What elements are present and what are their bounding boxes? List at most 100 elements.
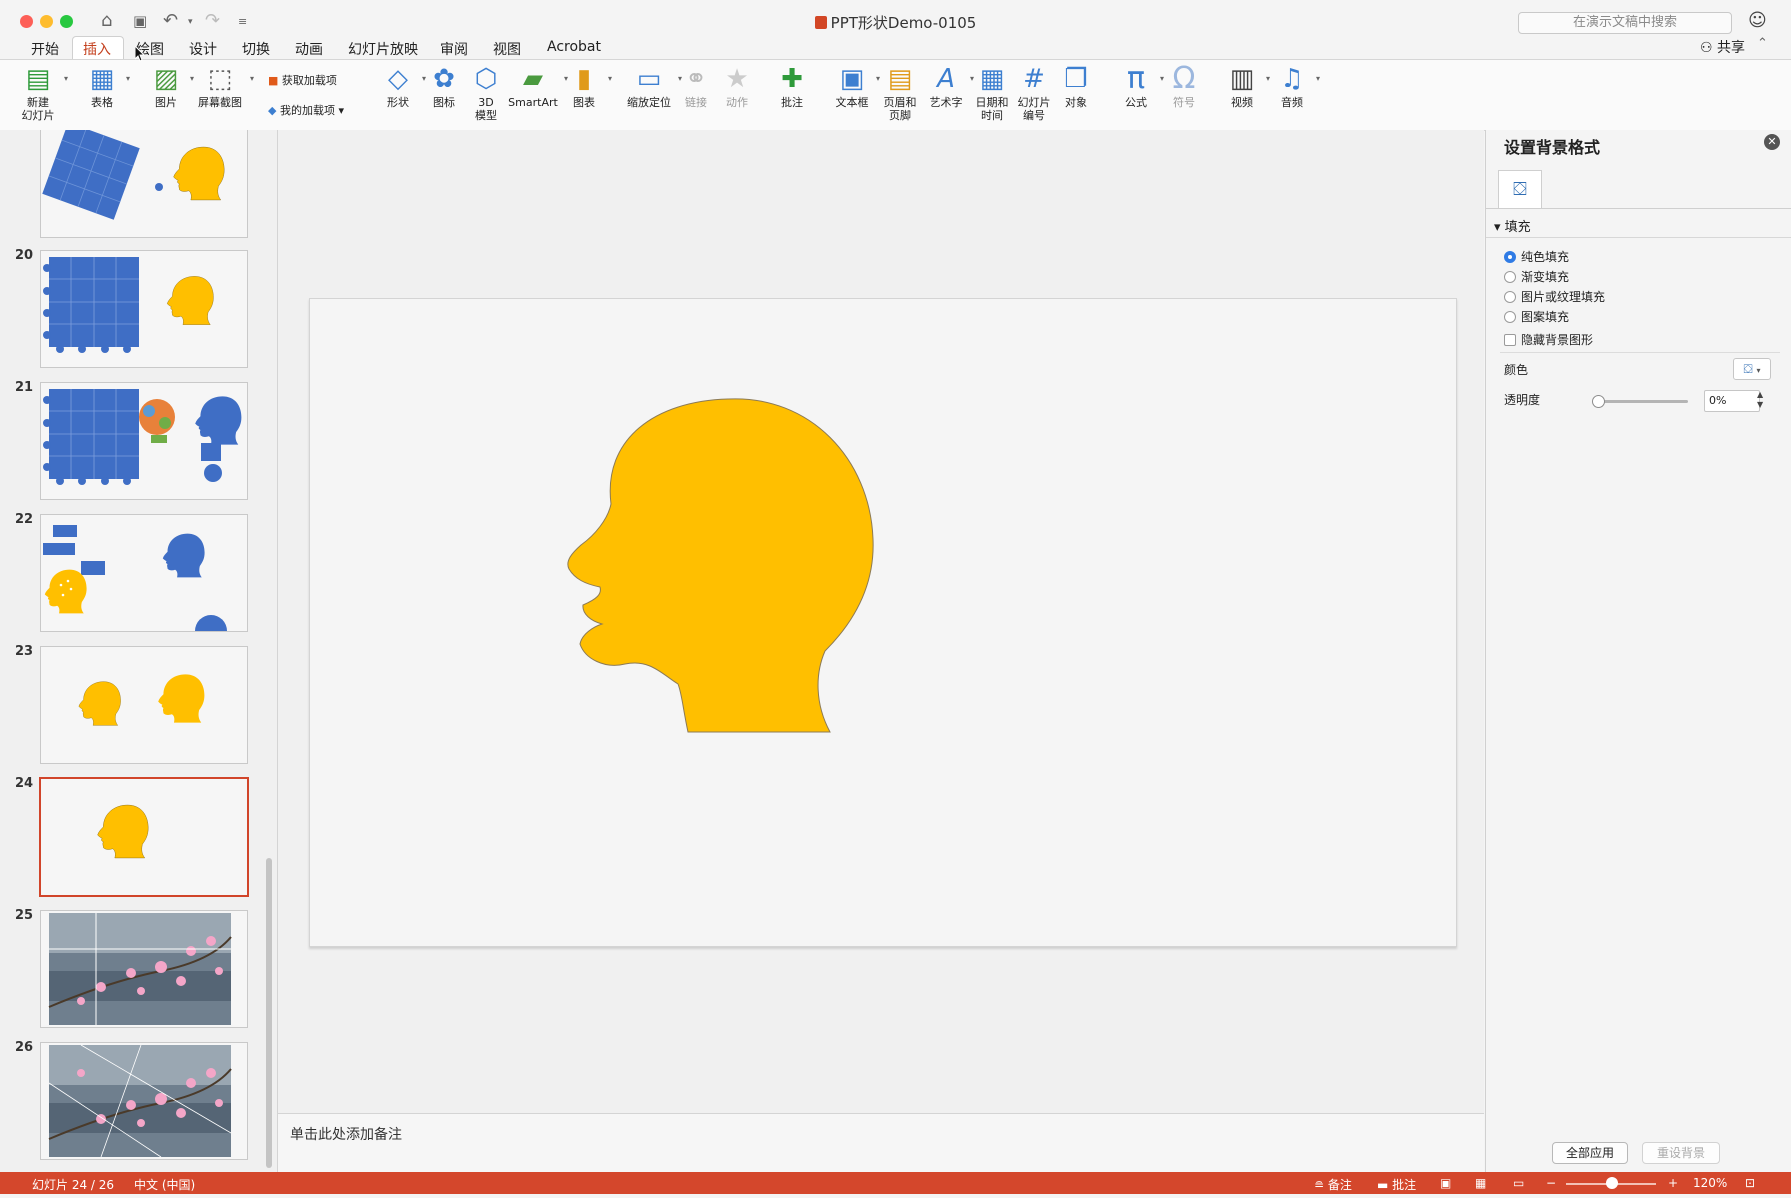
slide-thumbnail-pane[interactable]: 20 21 22 23 24 25 26 — [0, 130, 278, 1172]
fit-to-window-icon[interactable]: ⊡ — [1745, 1176, 1755, 1190]
tab-review[interactable]: 审阅 — [440, 39, 468, 59]
collapse-ribbon-icon[interactable]: ⌃ — [1757, 36, 1768, 51]
ribbon-tabs: 开始 插入 绘图 设计 切换 动画 幻灯片放映 审阅 视图 Acrobat — [0, 35, 1791, 59]
datetime-label: 日期和 时间 — [975, 96, 1009, 122]
header-footer-icon: ▤ — [887, 64, 913, 94]
powerpoint-window: ⌂ ▣ ↶ ▾ ↷ ≡ PPT形状Demo-0105 在演示文稿中搜索 ☺ 开始… — [0, 0, 1791, 1198]
picture-button[interactable]: ▨ 图片 ▾ — [148, 62, 194, 109]
presenter-view-icon[interactable]: ▭ — [1513, 1176, 1524, 1190]
tab-view[interactable]: 视图 — [493, 39, 521, 59]
datetime-button[interactable]: ▦ 日期和 时间 — [972, 62, 1012, 122]
notes-pane[interactable]: 单击此处添加备注 — [278, 1113, 1484, 1173]
get-addins-button[interactable]: ■ 获取加载项 — [268, 72, 337, 88]
slide-number-button[interactable]: # 幻灯片 编号 — [1014, 62, 1054, 122]
slide-number: 21 — [15, 380, 34, 395]
picture-icon: ▨ — [153, 64, 179, 94]
link-label: 链接 — [685, 96, 707, 109]
tab-design[interactable]: 设计 — [189, 39, 217, 59]
slide-thumbnail[interactable] — [40, 382, 248, 500]
header-footer-button[interactable]: ▤ 页眉和 页脚 — [880, 62, 920, 122]
slide-sorter-icon[interactable]: ▦ — [1475, 1176, 1486, 1190]
new-slide-button[interactable]: ▤ 新建 幻灯片 ▾ — [18, 62, 69, 122]
comment-button[interactable]: ✚ 批注 — [774, 62, 810, 109]
share-button[interactable]: ⚇ 共享 — [1700, 37, 1745, 57]
action-button[interactable]: ★ 动作 — [719, 62, 755, 109]
screenshot-button[interactable]: ⬚ 屏幕截图 ▾ — [196, 62, 254, 109]
slide-thumbnail[interactable] — [40, 1042, 248, 1160]
calendar-icon: ▦ — [979, 64, 1005, 94]
my-addins-label: 我的加载项 — [279, 104, 335, 117]
zoom-level[interactable]: 120% — [1693, 1176, 1727, 1190]
equation-label: 公式 — [1125, 96, 1147, 109]
search-input[interactable]: 在演示文稿中搜索 — [1518, 12, 1732, 34]
video-button[interactable]: ▥ 视频 ▾ — [1224, 62, 1270, 109]
divider — [1500, 352, 1780, 353]
slide-thumbnail[interactable] — [40, 514, 248, 632]
solid-fill-radio[interactable]: 纯色填充 — [1504, 248, 1569, 265]
pane-title: 设置背景格式 — [1504, 138, 1601, 157]
slide-thumbnail[interactable] — [40, 910, 248, 1028]
hide-bg-graphics-checkbox[interactable]: 隐藏背景图形 — [1504, 331, 1593, 348]
checkbox-icon — [1504, 334, 1516, 346]
zoom-in-icon[interactable]: + — [1668, 1176, 1678, 1190]
tab-animations[interactable]: 动画 — [295, 39, 323, 59]
comments-label: 批注 — [1392, 1178, 1417, 1192]
apply-all-button[interactable]: 全部应用 — [1552, 1142, 1628, 1164]
smartart-icon: ▰ — [523, 64, 543, 94]
gradient-fill-radio[interactable]: 渐变填充 — [1504, 268, 1569, 285]
table-button[interactable]: ▦ 表格 ▾ — [84, 62, 130, 109]
icons-button[interactable]: ✿ 图标 — [426, 62, 462, 109]
slide-preview — [43, 257, 214, 353]
table-label: 表格 — [91, 96, 113, 109]
smartart-button[interactable]: ▰ SmartArt ▾ — [508, 62, 568, 109]
normal-view-icon[interactable]: ▣ — [1440, 1176, 1451, 1190]
link-button[interactable]: ⚭ 链接 — [678, 62, 714, 109]
head-silhouette-shape[interactable] — [310, 299, 1456, 946]
tab-acrobat[interactable]: Acrobat — [547, 39, 601, 55]
my-addins-button[interactable]: ◆ 我的加载项 ▾ — [268, 102, 344, 118]
zoom-out-icon[interactable]: − — [1546, 1176, 1556, 1190]
thumbnail-scrollbar[interactable] — [266, 858, 272, 1168]
slide-thumbnail-selected[interactable] — [39, 777, 249, 897]
film-icon: ▥ — [1229, 64, 1255, 94]
picture-fill-radio[interactable]: 图片或纹理填充 — [1504, 288, 1605, 305]
reset-background-button[interactable]: 重设背景 — [1642, 1142, 1720, 1164]
tab-home[interactable]: 开始 — [31, 39, 59, 59]
tab-insert[interactable]: 插入 — [83, 39, 111, 59]
current-slide[interactable] — [309, 298, 1457, 947]
transparency-input[interactable]: 0% — [1704, 390, 1760, 412]
object-button[interactable]: ❐ 对象 — [1058, 62, 1094, 109]
slide-thumbnail[interactable] — [40, 646, 248, 764]
paint-bucket-icon[interactable]: ⛋ — [1498, 170, 1542, 209]
pattern-fill-radio[interactable]: 图案填充 — [1504, 308, 1569, 325]
tab-transitions[interactable]: 切换 — [242, 39, 270, 59]
3d-model-button[interactable]: ⬡ 3D 模型 — [468, 62, 504, 122]
close-icon[interactable]: ✕ — [1764, 134, 1780, 150]
slider-handle[interactable] — [1592, 395, 1605, 408]
slide-thumbnail[interactable] — [40, 250, 248, 368]
notes-toggle[interactable]: ≘ 备注 — [1314, 1176, 1352, 1193]
audio-button[interactable]: ♫ 音频 ▾ — [1274, 62, 1320, 109]
zoom-slider-handle[interactable] — [1606, 1177, 1618, 1189]
comments-toggle[interactable]: ▬ 批注 — [1377, 1176, 1416, 1193]
textbox-button[interactable]: ▣ 文本框 ▾ — [834, 62, 881, 109]
new-slide-icon: ▤ — [25, 64, 51, 94]
zoom-button[interactable]: ▭ 缩放定位 ▾ — [626, 62, 682, 109]
slide-thumbnail[interactable] — [40, 130, 248, 238]
wordart-icon: A — [937, 64, 955, 94]
icons-label: 图标 — [433, 96, 455, 109]
transparency-slider[interactable] — [1596, 400, 1688, 403]
tab-slideshow[interactable]: 幻灯片放映 — [348, 39, 418, 59]
symbol-button[interactable]: Ω 符号 — [1166, 62, 1202, 110]
wordart-button[interactable]: A 艺术字 ▾ — [928, 62, 975, 109]
bar-chart-icon: ▮ — [576, 64, 592, 94]
language-indicator[interactable]: 中文 (中国) — [134, 1176, 195, 1193]
color-picker-button[interactable]: ⛋ ▾ — [1733, 358, 1771, 380]
equation-button[interactable]: π 公式 ▾ — [1118, 62, 1164, 110]
feedback-smiley-icon[interactable]: ☺ — [1748, 10, 1767, 31]
stepper-icon[interactable]: ▲ ▼ — [1757, 390, 1763, 410]
chart-button[interactable]: ▮ 图表 ▾ — [566, 62, 612, 109]
fill-section-header[interactable]: ▾ 填充 — [1494, 216, 1531, 235]
document-title: PPT形状Demo-0105 — [830, 14, 977, 32]
shapes-button[interactable]: ◇ 形状 ▾ — [380, 62, 426, 109]
